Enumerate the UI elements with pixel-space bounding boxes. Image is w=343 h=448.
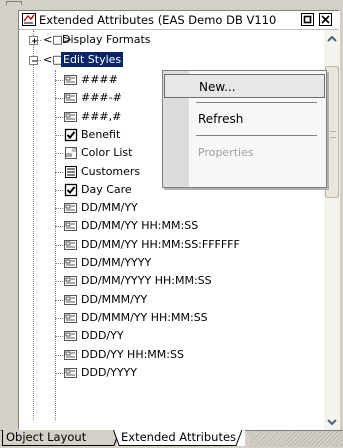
context-menu: New... Refresh Properties <box>162 70 327 188</box>
tree-item-label: ###,# <box>81 109 122 123</box>
edit-mask-icon <box>63 109 79 125</box>
tree-item[interactable]: DD/MM/YYYY HH:MM:SS <box>19 271 319 291</box>
scroll-up-button[interactable] <box>324 31 340 47</box>
edit-mask-icon <box>63 310 79 326</box>
tree-item-label: DDD/YYYY <box>81 365 137 379</box>
tree-item-label: #### <box>81 73 118 86</box>
edit-mask-icon <box>63 237 79 253</box>
tree-item[interactable]: DD/MMM/YY HH:MM:SS <box>19 308 319 328</box>
tree-item-label: DD/MMM/YY HH:MM:SS <box>81 310 208 324</box>
menu-separator <box>196 135 317 136</box>
title-bar: Extended Attributes (EAS Demo DB V110 <box>19 11 339 30</box>
menu-separator <box>196 102 317 103</box>
window-title: Extended Attributes (EAS Demo DB V110 <box>39 13 277 27</box>
tab-label: Extended Attributes <box>121 430 237 444</box>
tree-item-label: Benefit <box>81 127 121 141</box>
database-icon <box>22 13 36 26</box>
tree-group-edit-styles[interactable]: <□> Edit Styles <box>19 50 319 70</box>
tree-item[interactable]: DDD/YY HH:MM:SS <box>19 345 319 365</box>
tree-item-label: DD/MM/YY <box>81 201 138 215</box>
tree-item[interactable]: DDD/YYYY <box>19 363 319 383</box>
tree-group-display-formats[interactable]: <□> Display Formats <box>19 30 319 50</box>
menu-item-properties: Properties <box>164 141 325 165</box>
edit-mask-icon <box>63 255 79 271</box>
tree-item[interactable]: DD/MM/YY HH:MM:SS:FFFFFF <box>19 235 319 255</box>
expand-plus-icon[interactable] <box>29 36 38 45</box>
tab-object-layout[interactable]: Object Layout <box>2 430 120 446</box>
edit-mask-icon <box>63 347 79 363</box>
menu-item-label: Properties <box>198 146 254 159</box>
edit-mask-icon <box>63 200 79 216</box>
checkbox-icon <box>63 127 79 143</box>
edit-mask-icon <box>63 218 79 234</box>
tree-item-label: ###-# <box>81 91 122 105</box>
edit-mask-icon <box>63 273 79 289</box>
tab-label: Object Layout <box>6 430 87 444</box>
tree-item-label: DD/MMM/YY <box>81 292 148 306</box>
menu-item-refresh[interactable]: Refresh <box>164 107 325 131</box>
tab-strip: Object Layout Extended Attributes <box>0 430 343 448</box>
panel-top-edge <box>0 0 343 6</box>
tree-item-label: DD/MM/YY HH:MM:SS:FFFFFF <box>81 237 240 251</box>
tree-item-label: DD/MM/YYYY HH:MM:SS <box>81 274 212 288</box>
close-icon <box>321 15 330 24</box>
extended-attributes-window: Extended Attributes (EAS Demo DB V110 <□… <box>18 10 340 431</box>
tree-group-label: Display Formats <box>62 33 151 46</box>
tree-item-label: DD/MM/YY HH:MM:SS <box>81 219 199 233</box>
tree-item-label: DDD/YY <box>81 329 124 343</box>
close-button[interactable] <box>319 13 332 26</box>
menu-item-label: Refresh <box>198 112 244 126</box>
edit-mask-icon <box>63 72 79 88</box>
extended-attributes-painter: Extended Attributes (EAS Demo DB V110 <□… <box>0 0 343 448</box>
tree-item[interactable]: DD/MM/YY HH:MM:SS <box>19 216 319 236</box>
menu-item-new[interactable]: New... <box>164 74 325 98</box>
collapse-minus-icon[interactable] <box>29 56 38 65</box>
tab-strip-filler <box>250 431 343 447</box>
tab-extended-attributes[interactable]: Extended Attributes <box>113 430 245 446</box>
edit-mask-icon <box>63 328 79 344</box>
tree-group-label: Edit Styles <box>61 52 124 67</box>
list-icon <box>63 164 79 180</box>
tree-item[interactable]: DDD/YY <box>19 326 319 346</box>
scroll-down-button[interactable] <box>324 414 340 430</box>
chevron-down-icon <box>327 419 337 426</box>
tree-item-label: Customers <box>81 164 141 178</box>
chevron-up-icon <box>327 35 337 42</box>
menu-item-label: New... <box>199 80 236 94</box>
edit-mask-icon <box>63 365 79 381</box>
checkbox-icon <box>63 182 79 198</box>
tree-item-label: DD/MM/YYYY <box>81 256 152 269</box>
tree-item[interactable]: DD/MM/YYYY <box>19 253 319 273</box>
tree-item-label: DDD/YY HH:MM:SS <box>81 347 184 361</box>
restore-icon <box>303 15 312 24</box>
edit-mask-icon <box>63 90 79 106</box>
tree-item-label: Day Care <box>81 182 132 196</box>
edit-mask-icon <box>63 292 79 308</box>
restore-button[interactable] <box>301 13 314 26</box>
dropdown-list-icon <box>63 145 79 161</box>
tree-item[interactable]: DD/MM/YY <box>19 198 319 218</box>
tree-item-label: Color List <box>81 146 133 160</box>
scroll-thumb[interactable] <box>325 66 339 198</box>
tree-item[interactable]: DD/MMM/YY <box>19 290 319 310</box>
